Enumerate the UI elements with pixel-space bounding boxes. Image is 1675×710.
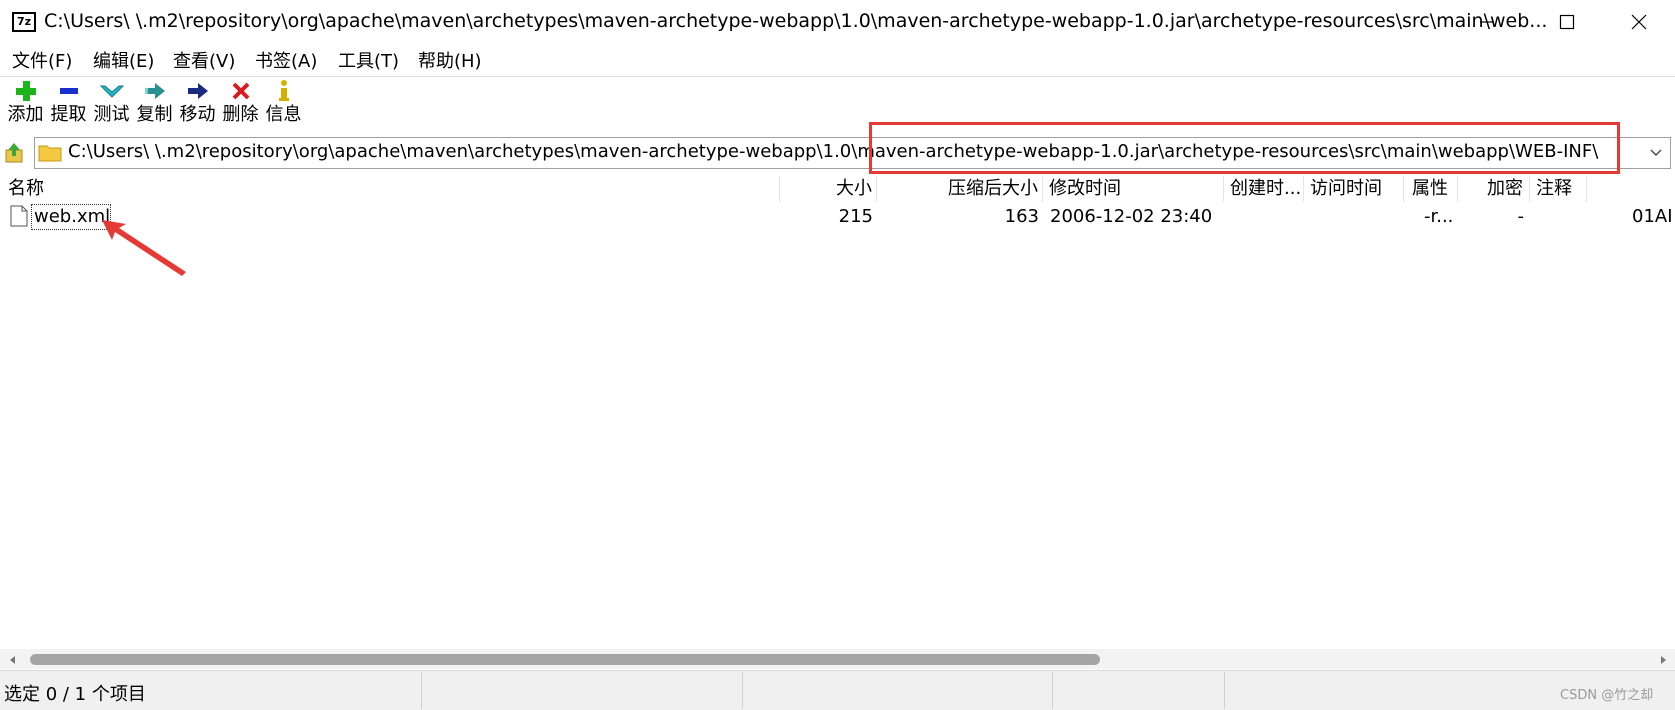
add-button[interactable]: 添加 [4, 78, 47, 132]
info-button[interactable]: 信息 [262, 78, 305, 132]
column-modified[interactable]: 修改时间 [1043, 176, 1224, 202]
scroll-left-button[interactable] [6, 652, 20, 666]
scroll-left-icon [10, 656, 15, 664]
minus-icon [59, 88, 78, 94]
delete-x-icon [232, 82, 249, 100]
extract-button[interactable]: 提取 [47, 78, 90, 132]
delete-button[interactable]: 删除 [219, 78, 262, 132]
file-list[interactable] [0, 170, 1675, 650]
column-packed-size[interactable]: 压缩后大小 [877, 176, 1043, 202]
menu-tools[interactable]: 工具(T) [338, 47, 399, 73]
up-folder-button[interactable] [4, 142, 26, 164]
file-encrypted: - [1517, 206, 1525, 227]
move-arrow-icon [187, 83, 208, 99]
column-encrypted[interactable]: 加密 [1458, 176, 1530, 202]
close-icon [1631, 14, 1647, 30]
menu-view[interactable]: 查看(V) [173, 47, 235, 73]
menu-bar [0, 44, 1675, 76]
menu-file[interactable]: 文件(F) [12, 47, 72, 73]
maximize-icon [1559, 14, 1575, 30]
path-highlight-box [869, 122, 1620, 174]
file-modified: 2006-12-02 23:40 [1050, 206, 1213, 227]
app-7z-icon: 7z [12, 12, 36, 32]
plus-icon [15, 81, 36, 101]
column-attributes[interactable]: 属性 [1404, 176, 1458, 202]
scroll-right-icon [1661, 656, 1666, 664]
copy-button[interactable]: 复制 [133, 78, 176, 132]
status-divider [1052, 672, 1053, 709]
file-attributes: -r... [1424, 206, 1454, 227]
file-icon [10, 205, 28, 227]
annotation-arrow [100, 218, 190, 278]
minimize-button[interactable] [1451, 0, 1523, 44]
address-dropdown-button[interactable] [1646, 142, 1666, 164]
close-button[interactable] [1603, 0, 1675, 44]
up-arrow-folder-icon [5, 143, 23, 163]
info-icon [278, 80, 289, 101]
status-bar [0, 670, 1675, 710]
chevron-down-icon [1650, 149, 1662, 156]
move-button[interactable]: 移动 [176, 78, 219, 132]
minimize-icon [1480, 21, 1494, 23]
test-button[interactable]: 测试 [90, 78, 133, 132]
maximize-button[interactable] [1531, 0, 1603, 44]
scrollbar-thumb[interactable] [30, 654, 1100, 665]
check-chevron-icon [99, 85, 124, 98]
scroll-right-button[interactable] [1656, 652, 1670, 666]
watermark: CSDN @竹之却 [1560, 688, 1654, 703]
column-comment[interactable]: 注释 [1530, 176, 1587, 202]
column-accessed[interactable]: 访问时间 [1304, 176, 1404, 202]
column-name[interactable]: 名称 [8, 176, 780, 202]
status-divider [742, 672, 743, 709]
file-packed-size: 163 [1004, 206, 1039, 227]
window-title: C:\Users\ \.m2\repository\org\apache\mav… [44, 10, 1548, 32]
copy-arrow-icon [144, 83, 165, 99]
file-name[interactable]: web.xml [34, 204, 110, 230]
status-divider [1224, 672, 1225, 709]
selection-status: 选定 0 / 1 个项目 [4, 684, 146, 705]
column-created[interactable]: 创建时... [1224, 176, 1304, 202]
menu-bookmarks[interactable]: 书签(A) [255, 47, 317, 73]
status-divider [421, 672, 422, 709]
menu-help[interactable]: 帮助(H) [418, 47, 482, 73]
column-size[interactable]: 大小 [780, 176, 877, 202]
file-extra-column: 01AI [1632, 206, 1673, 227]
file-size: 215 [838, 206, 873, 227]
folder-icon [38, 142, 62, 162]
info-label: 信息 [265, 104, 302, 125]
menu-edit[interactable]: 编辑(E) [93, 47, 154, 73]
